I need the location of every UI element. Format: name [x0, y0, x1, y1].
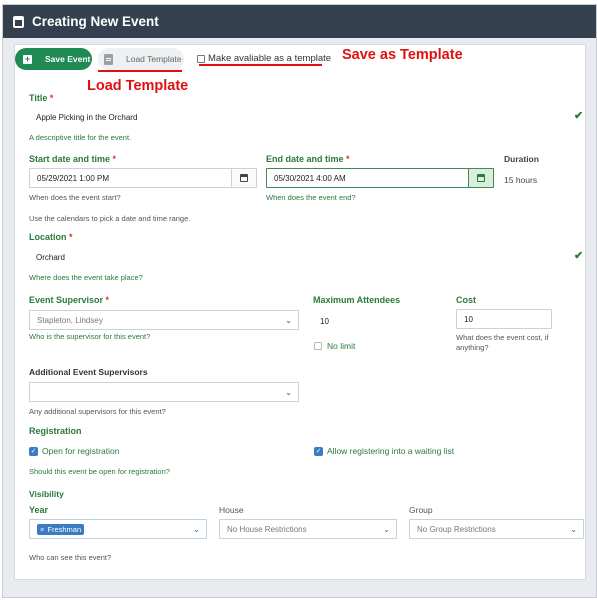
- save-event-label: Save Event: [45, 54, 91, 64]
- cost-label: Cost: [456, 295, 476, 305]
- remove-tag-icon[interactable]: ×: [40, 525, 44, 534]
- required-marker: *: [69, 232, 73, 242]
- template-checkbox-underline: [199, 64, 322, 66]
- end-date-value: 05/30/2021 4:00 AM: [274, 173, 346, 183]
- max-attendees-value: 10: [320, 316, 329, 326]
- title-label-text: Title: [29, 93, 48, 103]
- calendar-icon: [13, 15, 24, 28]
- location-value: Orchard: [36, 252, 65, 262]
- required-marker: *: [49, 93, 54, 103]
- end-date-input[interactable]: 05/30/2021 4:00 AM: [266, 168, 494, 188]
- supervisor-select[interactable]: Stapleton, Lindsey ⌄: [29, 310, 299, 330]
- start-date-value: 05/29/2021 1:00 PM: [37, 173, 110, 183]
- location-valid-check-icon: ✔: [574, 250, 584, 262]
- additional-supervisors-hint: Any additional supervisors for this even…: [29, 407, 166, 416]
- required-marker: *: [105, 295, 110, 305]
- event-form-card: + Save Event Load Template Make avaliabl…: [14, 44, 586, 580]
- checkbox-checked-icon[interactable]: ✓: [29, 446, 38, 456]
- chevron-down-icon: ⌄: [570, 525, 577, 534]
- location-input[interactable]: Orchard: [29, 247, 564, 267]
- additional-supervisors-select[interactable]: ⌄: [29, 382, 299, 402]
- location-hint: Where does the event take place?: [29, 273, 143, 282]
- title-label: Title *: [29, 93, 53, 103]
- end-hint: When does the event end?: [266, 193, 356, 202]
- template-checkbox-label: Make avaliable as a template: [208, 53, 332, 64]
- max-attendees-label: Maximum Attendees: [313, 295, 401, 305]
- waiting-list-checkbox[interactable]: ✓ Allow registering into a waiting list: [314, 446, 454, 456]
- year-tag-label: Freshman: [47, 524, 82, 534]
- additional-supervisors-label: Additional Event Supervisors: [29, 367, 148, 377]
- registration-label: Registration: [29, 426, 82, 436]
- year-select[interactable]: × Freshman ⌄: [29, 519, 207, 539]
- window-title: Creating New Event: [32, 14, 159, 29]
- document-icon: [104, 53, 113, 65]
- template-checkbox[interactable]: Make avaliable as a template: [197, 53, 331, 64]
- load-template-label: Load Template: [126, 54, 182, 64]
- duration-label: Duration: [504, 154, 539, 164]
- visibility-label: Visibility: [29, 489, 64, 499]
- group-value: No Group Restrictions: [417, 524, 496, 534]
- waiting-list-label: Allow registering into a waiting list: [327, 446, 455, 456]
- checkbox-checked-icon[interactable]: ✓: [314, 446, 323, 456]
- supervisor-label-text: Event Supervisor: [29, 295, 104, 305]
- save-event-button[interactable]: + Save Event: [15, 48, 92, 70]
- location-label: Location *: [29, 232, 73, 242]
- required-marker: *: [346, 154, 350, 164]
- year-label: Year: [29, 505, 49, 515]
- start-label-text: Start date and time: [29, 154, 111, 164]
- start-date-input[interactable]: 05/29/2021 1:00 PM: [29, 168, 257, 188]
- save-as-template-annotation: Save as Template: [342, 47, 463, 63]
- calendar-icon: [477, 174, 485, 182]
- supervisor-value: Stapleton, Lindsey: [37, 315, 103, 325]
- cost-value: 10: [464, 314, 473, 324]
- title-bar: Creating New Event: [3, 5, 596, 38]
- cost-hint: What does the event cost, if anything?: [456, 333, 549, 352]
- checkbox-box[interactable]: [197, 54, 205, 63]
- no-limit-label: No limit: [327, 341, 356, 351]
- calendar-icon: [240, 174, 248, 182]
- title-input[interactable]: Apple Picking in the Orchard: [29, 107, 564, 127]
- supervisor-hint: Who is the supervisor for this event?: [29, 332, 151, 341]
- group-select[interactable]: No Group Restrictions ⌄: [409, 519, 584, 539]
- required-marker: *: [112, 154, 117, 164]
- house-label: House: [219, 505, 244, 515]
- chevron-down-icon: ⌄: [285, 316, 292, 325]
- visibility-hint: Who can see this event?: [29, 553, 112, 562]
- end-label: End date and time *: [266, 154, 350, 164]
- open-registration-checkbox[interactable]: ✓ Open for registration: [29, 446, 119, 456]
- supervisor-label: Event Supervisor *: [29, 295, 109, 305]
- location-label-text: Location: [29, 232, 67, 242]
- title-hint: A descriptive title for the event.: [29, 133, 132, 142]
- open-registration-label: Open for registration: [42, 446, 120, 456]
- start-calendar-button[interactable]: [231, 169, 256, 187]
- duration-value: 15 hours: [504, 175, 538, 185]
- start-label: Start date and time *: [29, 154, 116, 164]
- end-label-text: End date and time: [266, 154, 344, 164]
- checkbox-box[interactable]: [314, 342, 322, 350]
- year-tag[interactable]: × Freshman: [37, 523, 85, 535]
- max-attendees-input[interactable]: 10: [313, 311, 443, 331]
- group-label: Group: [409, 505, 433, 515]
- cost-input[interactable]: 10: [456, 309, 552, 329]
- plus-icon: +: [23, 53, 32, 64]
- chevron-down-icon: ⌄: [383, 525, 390, 534]
- end-calendar-button[interactable]: [468, 169, 493, 187]
- house-value: No House Restrictions: [227, 524, 307, 534]
- calendar-hint: Use the calendars to pick a date and tim…: [29, 214, 191, 223]
- registration-hint: Should this event be open for registrati…: [29, 467, 170, 476]
- title-valid-check-icon: ✔: [574, 110, 584, 122]
- load-template-annotation: Load Template: [87, 78, 189, 94]
- chevron-down-icon: ⌄: [193, 525, 200, 534]
- start-hint: When does the event start?: [29, 193, 121, 202]
- no-limit-checkbox[interactable]: No limit: [314, 341, 355, 351]
- load-template-underline: [98, 70, 182, 72]
- house-select[interactable]: No House Restrictions ⌄: [219, 519, 397, 539]
- title-value: Apple Picking in the Orchard: [36, 112, 138, 122]
- chevron-down-icon: ⌄: [285, 388, 292, 397]
- load-template-button[interactable]: Load Template: [98, 48, 184, 70]
